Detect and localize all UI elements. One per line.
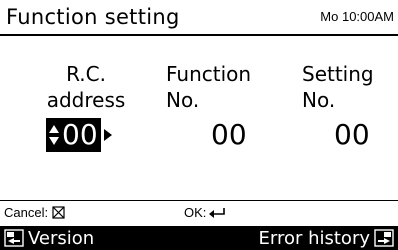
bottom-function-bar: Version Error history [0,226,398,250]
error-history-button[interactable]: Error history [258,226,394,250]
function-no-label: Function No. [166,61,276,113]
function-no-label-line1: Function [166,62,252,86]
rc-address-label-line2: address [46,88,126,112]
function-no-label-line2: No. [166,88,200,112]
cancel-box-icon [52,206,65,219]
rc-address-value: 00 [62,118,98,151]
cancel-hint: Cancel: [4,205,65,220]
setting-no-label-line1: Setting [302,62,374,86]
setting-no-label: Setting No. [302,61,392,113]
setting-no-label-line2: No. [302,88,336,112]
rc-address-label-line1: R.C. [66,62,106,86]
ok-hint: OK: [184,205,226,220]
rc-address-selected[interactable]: 00 [46,118,101,152]
function-setting-screen: Function setting Mo 10:00AM R.C. address… [0,0,398,250]
setting-no-value[interactable]: 00 [334,118,370,152]
footer-divider [0,200,398,201]
version-label: Version [28,227,95,249]
ok-hint-label: OK: [184,205,207,220]
rc-address-label: R.C. address [38,61,134,113]
title-divider [0,34,398,36]
clock-display: Mo 10:00AM [320,9,394,24]
right-arrow-icon[interactable] [103,128,113,142]
version-button[interactable]: Version [4,226,94,250]
up-down-arrow-icon[interactable] [48,123,60,147]
page-title: Function setting [6,5,180,29]
error-history-label: Error history [258,227,370,249]
menu-right-icon [374,229,394,247]
rc-address-field[interactable]: 00 [46,118,113,152]
enter-icon [209,207,226,218]
function-no-value[interactable]: 00 [211,118,247,152]
cancel-hint-label: Cancel: [4,205,49,220]
menu-left-icon [4,229,24,247]
